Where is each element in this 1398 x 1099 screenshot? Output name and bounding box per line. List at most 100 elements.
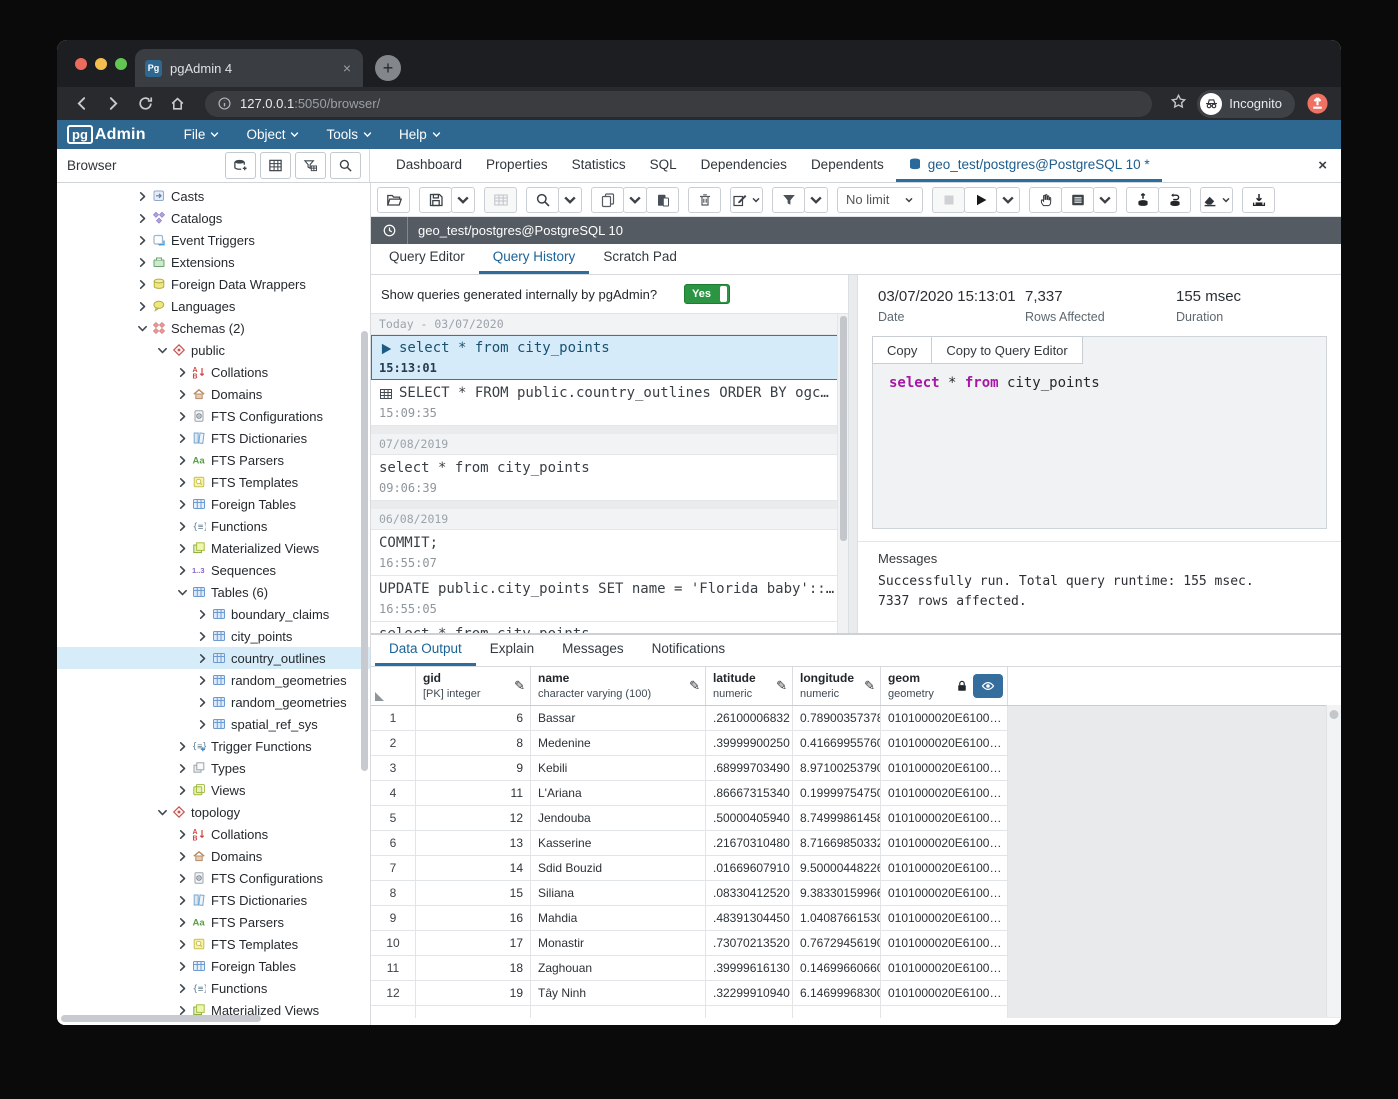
tab-query-history[interactable]: Query History (479, 242, 590, 274)
edit-column-icon[interactable]: ✎ (864, 678, 875, 694)
copy-button[interactable] (591, 187, 624, 213)
tree-item-city-points[interactable]: city_points (57, 625, 370, 647)
tree-item-topology[interactable]: topology (57, 801, 370, 823)
zoom-window-button[interactable] (115, 58, 127, 70)
download-button[interactable] (1242, 187, 1275, 213)
tree-item-fts-parsers[interactable]: AaFTS Parsers (57, 911, 370, 933)
table-row[interactable]: 916Mahdia.483913044501.04087661530010100… (371, 906, 1008, 931)
history-entry[interactable]: UPDATE public.city_points SET name = 'Fl… (371, 576, 848, 622)
tree-item-collations[interactable]: ABCollations (57, 361, 370, 383)
copy-to-query-editor-button[interactable]: Copy to Query Editor (931, 336, 1082, 364)
tab-dependents[interactable]: Dependents (799, 149, 896, 182)
playbtn-dropdown-button[interactable] (996, 187, 1020, 213)
playbtn-button[interactable] (964, 187, 997, 213)
tab-query-tool-active[interactable]: geo_test/postgres@PostgreSQL 10 * (896, 149, 1162, 182)
history-entry[interactable]: COMMIT;16:55:07 (371, 530, 848, 576)
tab-properties[interactable]: Properties (474, 149, 560, 182)
internal-queries-toggle[interactable]: Yes (684, 284, 730, 304)
tree-item-fts-templates[interactable]: FTS Templates (57, 471, 370, 493)
tab-data-output[interactable]: Data Output (375, 634, 476, 666)
stop-button[interactable] (932, 187, 965, 213)
home-button[interactable] (165, 92, 189, 116)
tree-item-materialized-views[interactable]: Materialized Views (57, 537, 370, 559)
tree-item-casts[interactable]: Casts (57, 185, 370, 207)
table-row[interactable]: 1219Tây Ninh.322999109406.14699968300010… (371, 981, 1008, 1006)
save-dropdown-button[interactable] (451, 187, 475, 213)
filtered-rows-button[interactable] (295, 152, 326, 179)
table-row[interactable]: 39Kebili.689997034908.971002537900101000… (371, 756, 1008, 781)
table-row[interactable]: 815Siliana.083304125209.3833015996601010… (371, 881, 1008, 906)
save-button[interactable] (419, 187, 452, 213)
tree-item-functions[interactable]: {≡}Functions (57, 977, 370, 999)
tree-item-trigger-functions[interactable]: {≡}Trigger Functions (57, 735, 370, 757)
copy-button[interactable]: Copy (872, 336, 932, 364)
search-objects-button[interactable] (330, 152, 361, 179)
row-limit-select[interactable]: No limit (837, 187, 923, 213)
tab-explain[interactable]: Explain (476, 634, 548, 666)
column-header-longitude[interactable]: longitudenumeric✎ (793, 667, 881, 705)
copy-dropdown-button[interactable] (623, 187, 647, 213)
search-dropdown-button[interactable] (558, 187, 582, 213)
paste-button[interactable] (646, 187, 679, 213)
tree-item-boundary-claims[interactable]: boundary_claims (57, 603, 370, 625)
tree-item-random-geometries[interactable]: random_geometries (57, 669, 370, 691)
view-geometry-button[interactable] (973, 674, 1003, 698)
bookmark-button[interactable] (1170, 93, 1187, 115)
back-button[interactable] (69, 92, 93, 116)
table-row[interactable]: 1017Monastir.730702135200.76729456190010… (371, 931, 1008, 956)
history-clock-button[interactable] (371, 223, 407, 238)
search-button[interactable] (526, 187, 559, 213)
tree-item-event-triggers[interactable]: Event Triggers (57, 229, 370, 251)
tree-item-random-geometries[interactable]: random_geometries (57, 691, 370, 713)
add-server-button[interactable] (225, 152, 256, 179)
menu-help[interactable]: Help (399, 127, 441, 142)
select-all-header[interactable] (371, 667, 416, 705)
menu-file[interactable]: File (184, 127, 220, 142)
tree-item-types[interactable]: Types (57, 757, 370, 779)
history-scrollbar-thumb[interactable] (840, 316, 847, 541)
eraser-button[interactable] (1200, 187, 1233, 213)
tree-item-tables-6[interactable]: Tables (6) (57, 581, 370, 603)
editbox-button[interactable] (730, 187, 763, 213)
tab-dependencies[interactable]: Dependencies (689, 149, 799, 182)
menu-tools[interactable]: Tools (326, 127, 372, 142)
tab-notifications[interactable]: Notifications (638, 634, 740, 666)
site-info-icon[interactable] (217, 96, 232, 111)
table-row[interactable]: 714Sdid Bouzid.016696079109.500004482260… (371, 856, 1008, 881)
commit-button[interactable] (1126, 187, 1159, 213)
minimize-window-button[interactable] (95, 58, 107, 70)
close-panel-icon[interactable]: × (1304, 149, 1341, 182)
history-entry[interactable]: select * from city_points (371, 622, 848, 633)
tree-item-public[interactable]: public (57, 339, 370, 361)
tree-item-schemas-2[interactable]: Schemas (2) (57, 317, 370, 339)
table-row[interactable]: 16Bassar.261000068320.789003573780101000… (371, 706, 1008, 731)
tree-item-functions[interactable]: {≡}Functions (57, 515, 370, 537)
tab-close-icon[interactable]: × (341, 60, 353, 76)
trash-button[interactable] (688, 187, 721, 213)
edit-column-icon[interactable]: ✎ (689, 678, 700, 694)
column-header-gid[interactable]: gid[PK] integer✎ (416, 667, 531, 705)
tree-item-extensions[interactable]: Extensions (57, 251, 370, 273)
reload-button[interactable] (133, 92, 157, 116)
tree-item-domains[interactable]: Domains (57, 383, 370, 405)
open-button[interactable] (377, 187, 410, 213)
column-header-geom[interactable]: geomgeometry (881, 667, 1008, 705)
sidebar-horizontal-scrollbar[interactable] (61, 1015, 261, 1022)
tab-statistics[interactable]: Statistics (560, 149, 638, 182)
edit-column-icon[interactable]: ✎ (514, 678, 525, 694)
tree-item-fts-configurations[interactable]: FTS Configurations (57, 405, 370, 427)
forward-button[interactable] (101, 92, 125, 116)
column-header-latitude[interactable]: latitudenumeric✎ (706, 667, 793, 705)
tree-item-catalogs[interactable]: Catalogs (57, 207, 370, 229)
tree-item-fts-dictionaries[interactable]: FTS Dictionaries (57, 889, 370, 911)
table-row[interactable]: 28Medenine.399999002500.4166995576001010… (371, 731, 1008, 756)
tree-item-foreign-tables[interactable]: Foreign Tables (57, 493, 370, 515)
panel-divider[interactable] (848, 275, 858, 633)
tree-item-foreign-data-wrappers[interactable]: Foreign Data Wrappers (57, 273, 370, 295)
tab-query-editor[interactable]: Query Editor (375, 242, 479, 274)
table-row[interactable]: 613Kasserine.216703104808.71669850332010… (371, 831, 1008, 856)
history-entry[interactable]: select * from city_points15:13:01 (371, 335, 848, 380)
history-entry[interactable]: select * from city_points09:06:39 (371, 455, 848, 501)
tree-item-fts-parsers[interactable]: AaFTS Parsers (57, 449, 370, 471)
listbox-button[interactable] (1061, 187, 1094, 213)
